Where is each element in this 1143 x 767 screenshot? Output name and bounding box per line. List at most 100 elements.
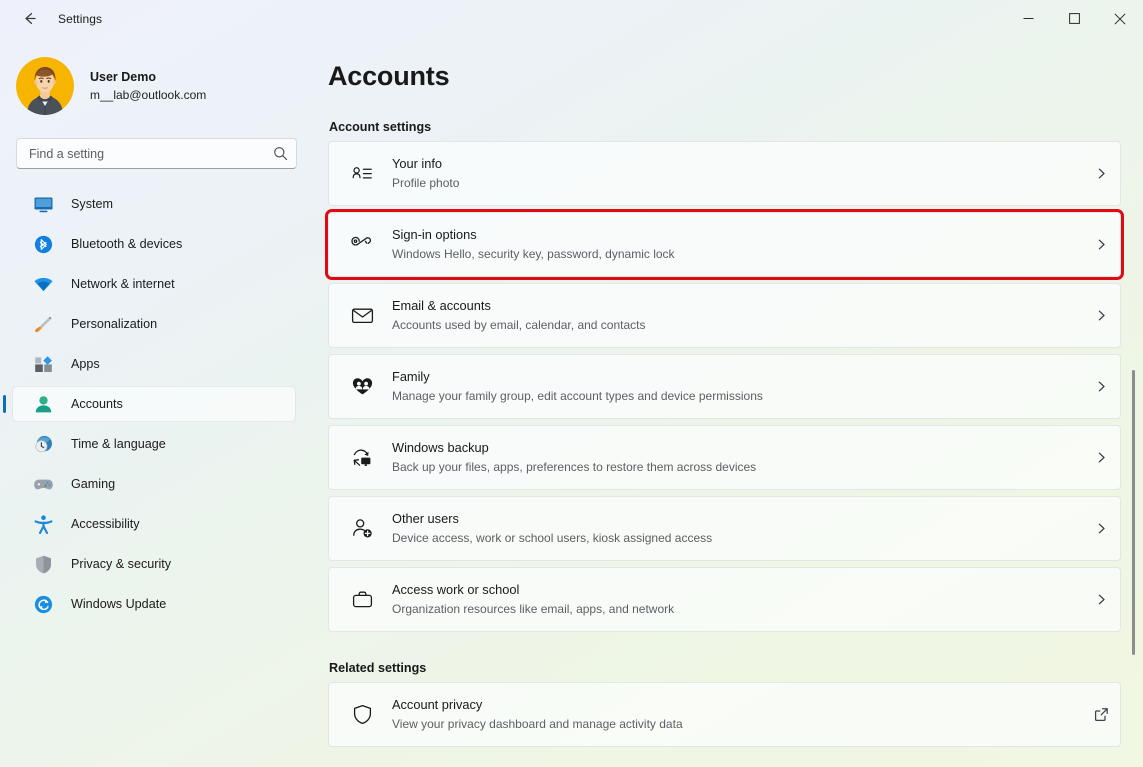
scrollbar-thumb[interactable] [1132, 370, 1135, 655]
chevron-right-icon[interactable] [1082, 425, 1120, 490]
settings-row-access-work-school[interactable]: Access work or school Organization resou… [328, 567, 1121, 632]
app-title: Settings [58, 11, 103, 26]
chevron-right-icon[interactable] [1082, 283, 1120, 348]
section-heading-account-settings: Account settings [329, 120, 432, 134]
sidebar-item-network-internet[interactable]: Network & internet [12, 266, 296, 302]
sidebar-item-time-language[interactable]: Time & language [12, 426, 296, 462]
sidebar-item-gaming[interactable]: Gaming [12, 466, 296, 502]
title-bar: Settings [0, 0, 1143, 37]
paintbrush-icon [32, 313, 54, 335]
sidebar-item-label: Accounts [71, 397, 123, 411]
sidebar: User Demo m__lab@outlook.com Find a sett… [0, 37, 312, 767]
sidebar-item-accessibility[interactable]: Accessibility [12, 506, 296, 542]
settings-row-subtitle: Device access, work or school users, kio… [392, 531, 713, 546]
settings-row-text: Other users Device access, work or schoo… [392, 510, 1082, 548]
settings-row-email-accounts[interactable]: Email & accounts Accounts used by email,… [328, 283, 1121, 348]
maximize-icon [1068, 13, 1080, 24]
close-icon [1114, 12, 1126, 25]
sidebar-item-accounts[interactable]: Accounts [3, 386, 296, 422]
settings-row-text: Your info Profile photo [392, 155, 1082, 193]
backup-sync-icon [347, 443, 377, 473]
sidebar-item-bluetooth-devices[interactable]: Bluetooth & devices [12, 226, 296, 262]
search-box[interactable] [16, 138, 297, 169]
settings-row-windows-backup[interactable]: Windows backup Back up your files, apps,… [328, 425, 1121, 490]
main-content: Accounts Account settings Your info Prof… [312, 37, 1143, 767]
settings-row-title: Account privacy [392, 696, 483, 712]
settings-row-subtitle: Windows Hello, security key, password, d… [392, 247, 675, 262]
sidebar-item-label: System [71, 197, 113, 211]
clock-globe-icon [32, 433, 54, 455]
person-icon [32, 393, 54, 415]
arrow-left-icon [24, 12, 36, 25]
settings-row-title: Windows backup [392, 439, 489, 455]
settings-row-title: Other users [392, 510, 459, 526]
settings-row-subtitle: View your privacy dashboard and manage a… [392, 717, 683, 732]
settings-row-text: Email & accounts Accounts used by email,… [392, 297, 1082, 335]
settings-row-subtitle: Profile photo [392, 176, 460, 191]
sidebar-item-label: Gaming [71, 477, 116, 491]
settings-row-title: Access work or school [392, 581, 520, 597]
settings-row-text: Sign-in options Windows Hello, security … [392, 226, 1082, 264]
settings-row-sign-in-options[interactable]: Sign-in options Windows Hello, security … [325, 209, 1124, 280]
settings-row-title: Your info [392, 155, 443, 171]
sidebar-item-system[interactable]: System [12, 186, 296, 222]
gamepad-icon [32, 473, 54, 495]
settings-row-your-info[interactable]: Your info Profile photo [328, 141, 1121, 206]
settings-row-text: Access work or school Organization resou… [392, 581, 1082, 619]
search-icon [264, 138, 296, 169]
external-link-icon[interactable] [1082, 682, 1120, 747]
caption-buttons [1005, 0, 1143, 37]
sidebar-item-windows-update[interactable]: Windows Update [12, 586, 296, 622]
close-button[interactable] [1097, 0, 1143, 37]
sidebar-item-label: Privacy & security [71, 557, 172, 571]
account-text: User Demo m__lab@outlook.com [90, 69, 206, 103]
avatar [16, 57, 74, 115]
maximize-button[interactable] [1051, 0, 1097, 37]
settings-row-account-privacy[interactable]: Account privacy View your privacy dashbo… [328, 682, 1121, 747]
chevron-right-icon[interactable] [1082, 496, 1120, 561]
sidebar-item-personalization[interactable]: Personalization [12, 306, 296, 342]
settings-row-subtitle: Organization resources like email, apps,… [392, 602, 675, 617]
shield-icon [32, 553, 54, 575]
back-button[interactable] [12, 4, 46, 34]
person-add-icon [347, 514, 377, 544]
sidebar-item-label: Bluetooth & devices [71, 237, 183, 251]
settings-row-subtitle: Manage your family group, edit account t… [392, 389, 763, 404]
chevron-right-icon[interactable] [1082, 567, 1120, 632]
sidebar-item-label: Network & internet [71, 277, 175, 291]
scrollbar[interactable] [1128, 37, 1140, 767]
account-block[interactable]: User Demo m__lab@outlook.com [16, 57, 296, 115]
settings-row-text: Account privacy View your privacy dashbo… [392, 696, 1082, 734]
section-heading-related-settings: Related settings [329, 661, 427, 675]
apps-icon [32, 353, 54, 375]
account-name: User Demo [90, 69, 156, 84]
settings-row-family[interactable]: Family Manage your family group, edit ac… [328, 354, 1121, 419]
settings-row-title: Email & accounts [392, 297, 491, 313]
chevron-right-icon[interactable] [1082, 212, 1120, 277]
settings-row-subtitle: Back up your files, apps, preferences to… [392, 460, 757, 475]
key-icon [347, 230, 377, 260]
chevron-right-icon[interactable] [1082, 354, 1120, 419]
minimize-button[interactable] [1005, 0, 1051, 37]
sidebar-item-apps[interactable]: Apps [12, 346, 296, 382]
search-input[interactable] [17, 146, 264, 161]
sidebar-item-privacy-security[interactable]: Privacy & security [12, 546, 296, 582]
account-email: m__lab@outlook.com [90, 87, 207, 102]
settings-window: Settings User Demo m__lab@outlook.com Fi… [0, 0, 1143, 767]
wifi-icon [32, 273, 54, 295]
monitor-icon [32, 193, 54, 215]
sidebar-item-label: Windows Update [71, 597, 167, 611]
settings-row-subtitle: Accounts used by email, calendar, and co… [392, 318, 646, 333]
user-avatar-icon [16, 57, 74, 115]
sidebar-nav: System Bluetooth & devices Network & int… [0, 186, 312, 622]
search-glyph-icon [273, 147, 287, 161]
settings-row-text: Family Manage your family group, edit ac… [392, 368, 1082, 406]
sidebar-item-label: Personalization [71, 317, 158, 331]
sidebar-item-label: Accessibility [71, 517, 140, 531]
page-title: Accounts [328, 61, 450, 91]
bluetooth-icon [32, 233, 54, 255]
chevron-right-icon[interactable] [1082, 141, 1120, 206]
settings-row-other-users[interactable]: Other users Device access, work or schoo… [328, 496, 1121, 561]
contact-info-icon [347, 159, 377, 189]
shield-outline-icon [347, 700, 377, 730]
